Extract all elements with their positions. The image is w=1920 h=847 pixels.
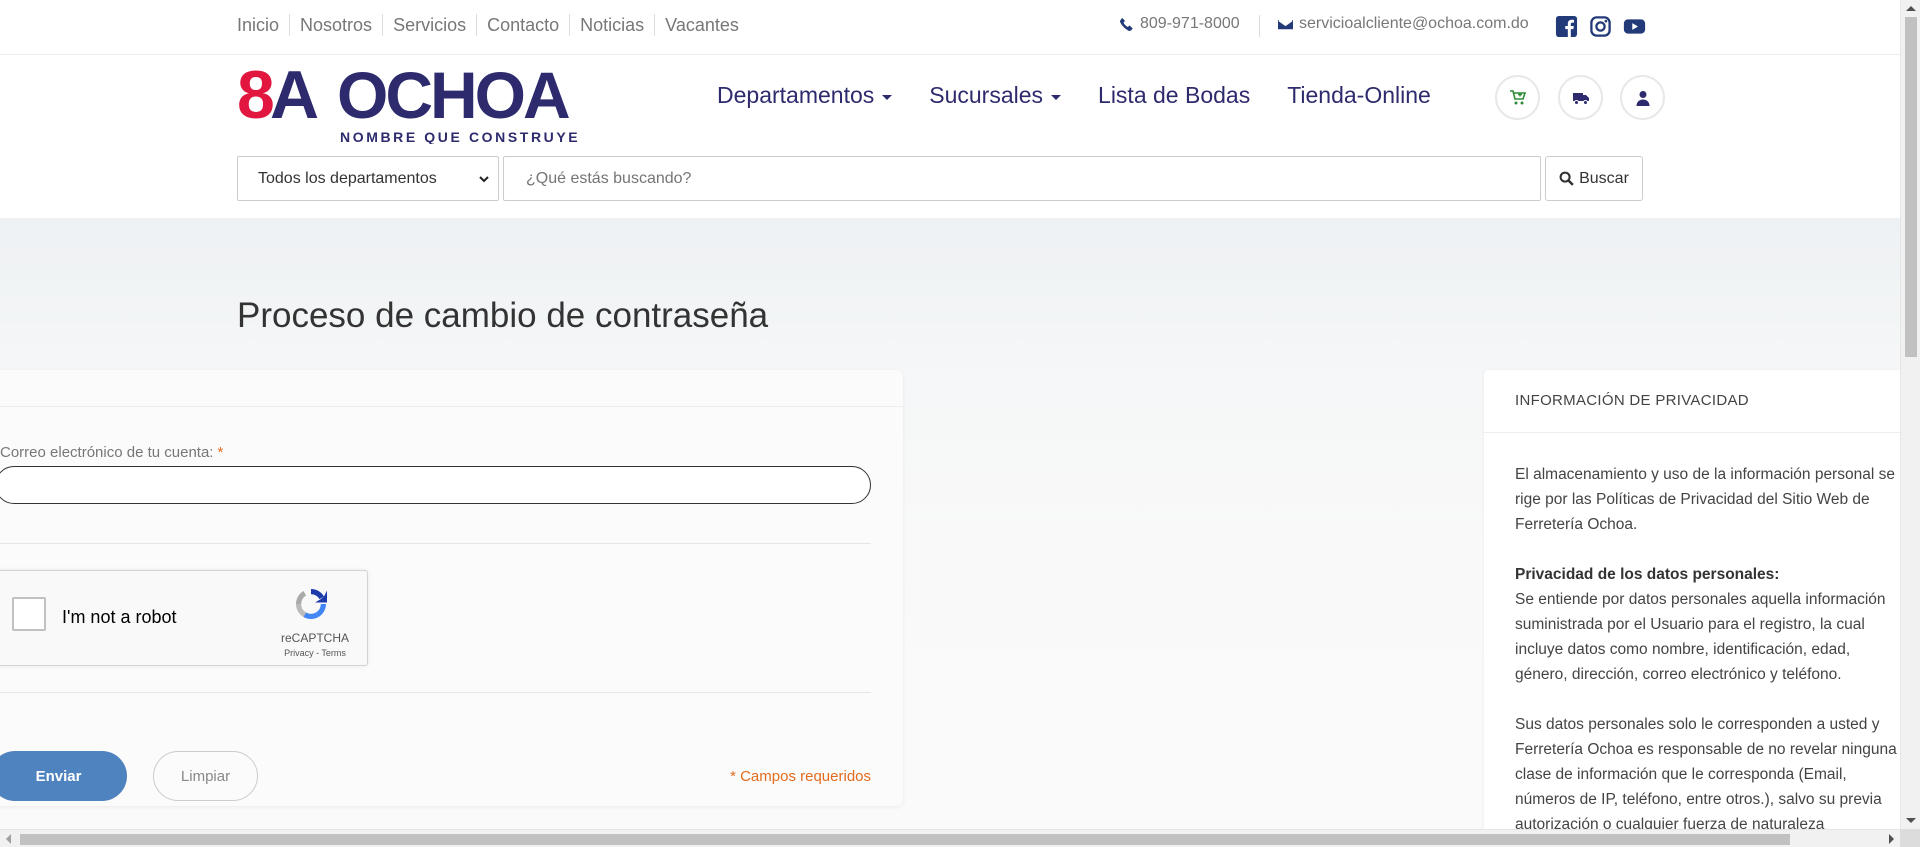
chevron-down-icon [479,175,489,182]
department-select[interactable]: Todos los departamentos [237,156,499,201]
top-bar: Inicio Nosotros Servicios Contacto Notic… [0,0,1900,55]
horizontal-scrollbar[interactable] [0,829,1900,847]
caret-down-icon [882,94,893,100]
nav-lista-bodas[interactable]: Lista de Bodas [1098,82,1250,109]
recaptcha-label: I'm not a robot [62,607,177,627]
truck-icon [1572,92,1589,105]
facebook-icon[interactable] [1555,15,1578,38]
horizontal-scroll-thumb[interactable] [20,834,1790,845]
privacy-paragraph: Privacidad de los datos personales: Se e… [1515,562,1900,687]
phone-contact[interactable]: 809-971-8000 [1119,15,1240,33]
youtube-icon[interactable] [1623,15,1646,38]
top-link-vacantes[interactable]: Vacantes [654,14,749,36]
top-link-servicios[interactable]: Servicios [382,14,476,36]
scroll-right-icon[interactable] [1889,834,1894,844]
nav-sucursales-label: Sucursales [929,82,1044,108]
scroll-down-icon[interactable] [1906,818,1916,823]
contact-divider [1259,15,1260,37]
svg-text:OCHOA: OCHOA [337,62,569,132]
email-address: servicioalcliente@ochoa.com.do [1299,15,1529,32]
recaptcha-icon [296,589,327,620]
account-button[interactable] [1620,75,1665,120]
form-divider [0,543,871,544]
user-icon [1636,90,1649,106]
vertical-scroll-thumb[interactable] [1905,17,1917,357]
main-content: Proceso de cambio de contraseña Correo e… [0,218,1900,829]
scroll-up-icon[interactable] [1906,6,1916,11]
privacy-body: El almacenamiento y uso de la informació… [1515,462,1900,829]
nav-departamentos-label: Departamentos [717,82,875,108]
delivery-button[interactable] [1558,75,1603,120]
svg-text:8: 8 [237,62,273,133]
submit-button[interactable]: Enviar [0,751,127,801]
email-contact[interactable]: servicioalcliente@ochoa.com.do [1278,15,1529,33]
email-label: Correo electrónico de tu cuenta: * [0,444,223,461]
scroll-left-icon[interactable] [6,834,11,844]
privacy-heading: INFORMACIÓN DE PRIVACIDAD [1515,392,1749,409]
privacy-paragraph: Sus datos personales solo le corresponde… [1515,716,1897,829]
svg-text:NOMBRE QUE CONSTRUYE: NOMBRE QUE CONSTRUYE [340,129,580,144]
recaptcha-widget: I'm not a robot reCAPTCHA Privacy - Term… [0,570,368,666]
main-header: 8 A OCHOA NOMBRE QUE CONSTRUYE Departame… [0,56,1900,218]
recaptcha-brand: reCAPTCHA [280,631,349,645]
form-header-divider [0,406,903,407]
privacy-divider [1484,432,1900,433]
main-nav: Departamentos Sucursales Lista de Bodas … [717,82,1431,109]
nav-departamentos[interactable]: Departamentos [717,82,893,109]
form-divider [0,692,871,693]
caret-down-icon [1051,94,1062,100]
envelope-icon [1278,19,1293,29]
top-link-noticias[interactable]: Noticias [569,14,654,36]
search-button[interactable]: Buscar [1545,156,1643,201]
privacy-paragraph-text: Se entiende por datos personales aquella… [1515,591,1886,683]
recaptcha-legal-links[interactable]: Privacy - Terms [275,648,355,658]
phone-number: 809-971-8000 [1140,15,1240,32]
top-link-nosotros[interactable]: Nosotros [289,14,382,36]
search-icon [1559,171,1574,186]
department-select-value: Todos los departamentos [258,169,437,187]
recaptcha-checkbox[interactable] [12,597,46,631]
instagram-icon[interactable] [1589,15,1612,38]
privacy-panel: INFORMACIÓN DE PRIVACIDAD El almacenamie… [1484,370,1900,829]
phone-icon [1120,17,1133,31]
nav-tienda-online[interactable]: Tienda-Online [1287,82,1431,109]
email-field[interactable] [0,466,871,504]
cart-button[interactable] [1495,75,1540,120]
vertical-scrollbar[interactable] [1900,0,1920,829]
required-fields-note: * Campos requeridos [730,768,871,785]
search-bar: Todos los departamentos Buscar [237,156,1643,201]
search-input[interactable] [503,156,1541,201]
svg-text:A: A [270,62,318,133]
search-button-label: Buscar [1579,169,1629,187]
password-reset-form: Correo electrónico de tu cuenta: * I'm no… [0,370,903,806]
scrollbar-corner [1900,829,1920,847]
top-links: Inicio Nosotros Servicios Contacto Notic… [237,14,749,36]
privacy-subheading: Privacidad de los datos personales: [1515,566,1780,583]
social-links [1555,15,1646,38]
top-link-inicio[interactable]: Inicio [237,14,289,36]
reset-button[interactable]: Limpiar [153,751,258,801]
cart-icon [1509,89,1526,104]
page-title: Proceso de cambio de contraseña [237,296,769,335]
ochoa-logo[interactable]: 8 A OCHOA NOMBRE QUE CONSTRUYE [237,57,597,145]
nav-sucursales[interactable]: Sucursales [929,82,1062,109]
email-label-text: Correo electrónico de tu cuenta: [0,444,214,461]
top-link-contacto[interactable]: Contacto [476,14,569,36]
required-asterisk: * [217,444,224,461]
privacy-paragraph: El almacenamiento y uso de la informació… [1515,466,1895,533]
